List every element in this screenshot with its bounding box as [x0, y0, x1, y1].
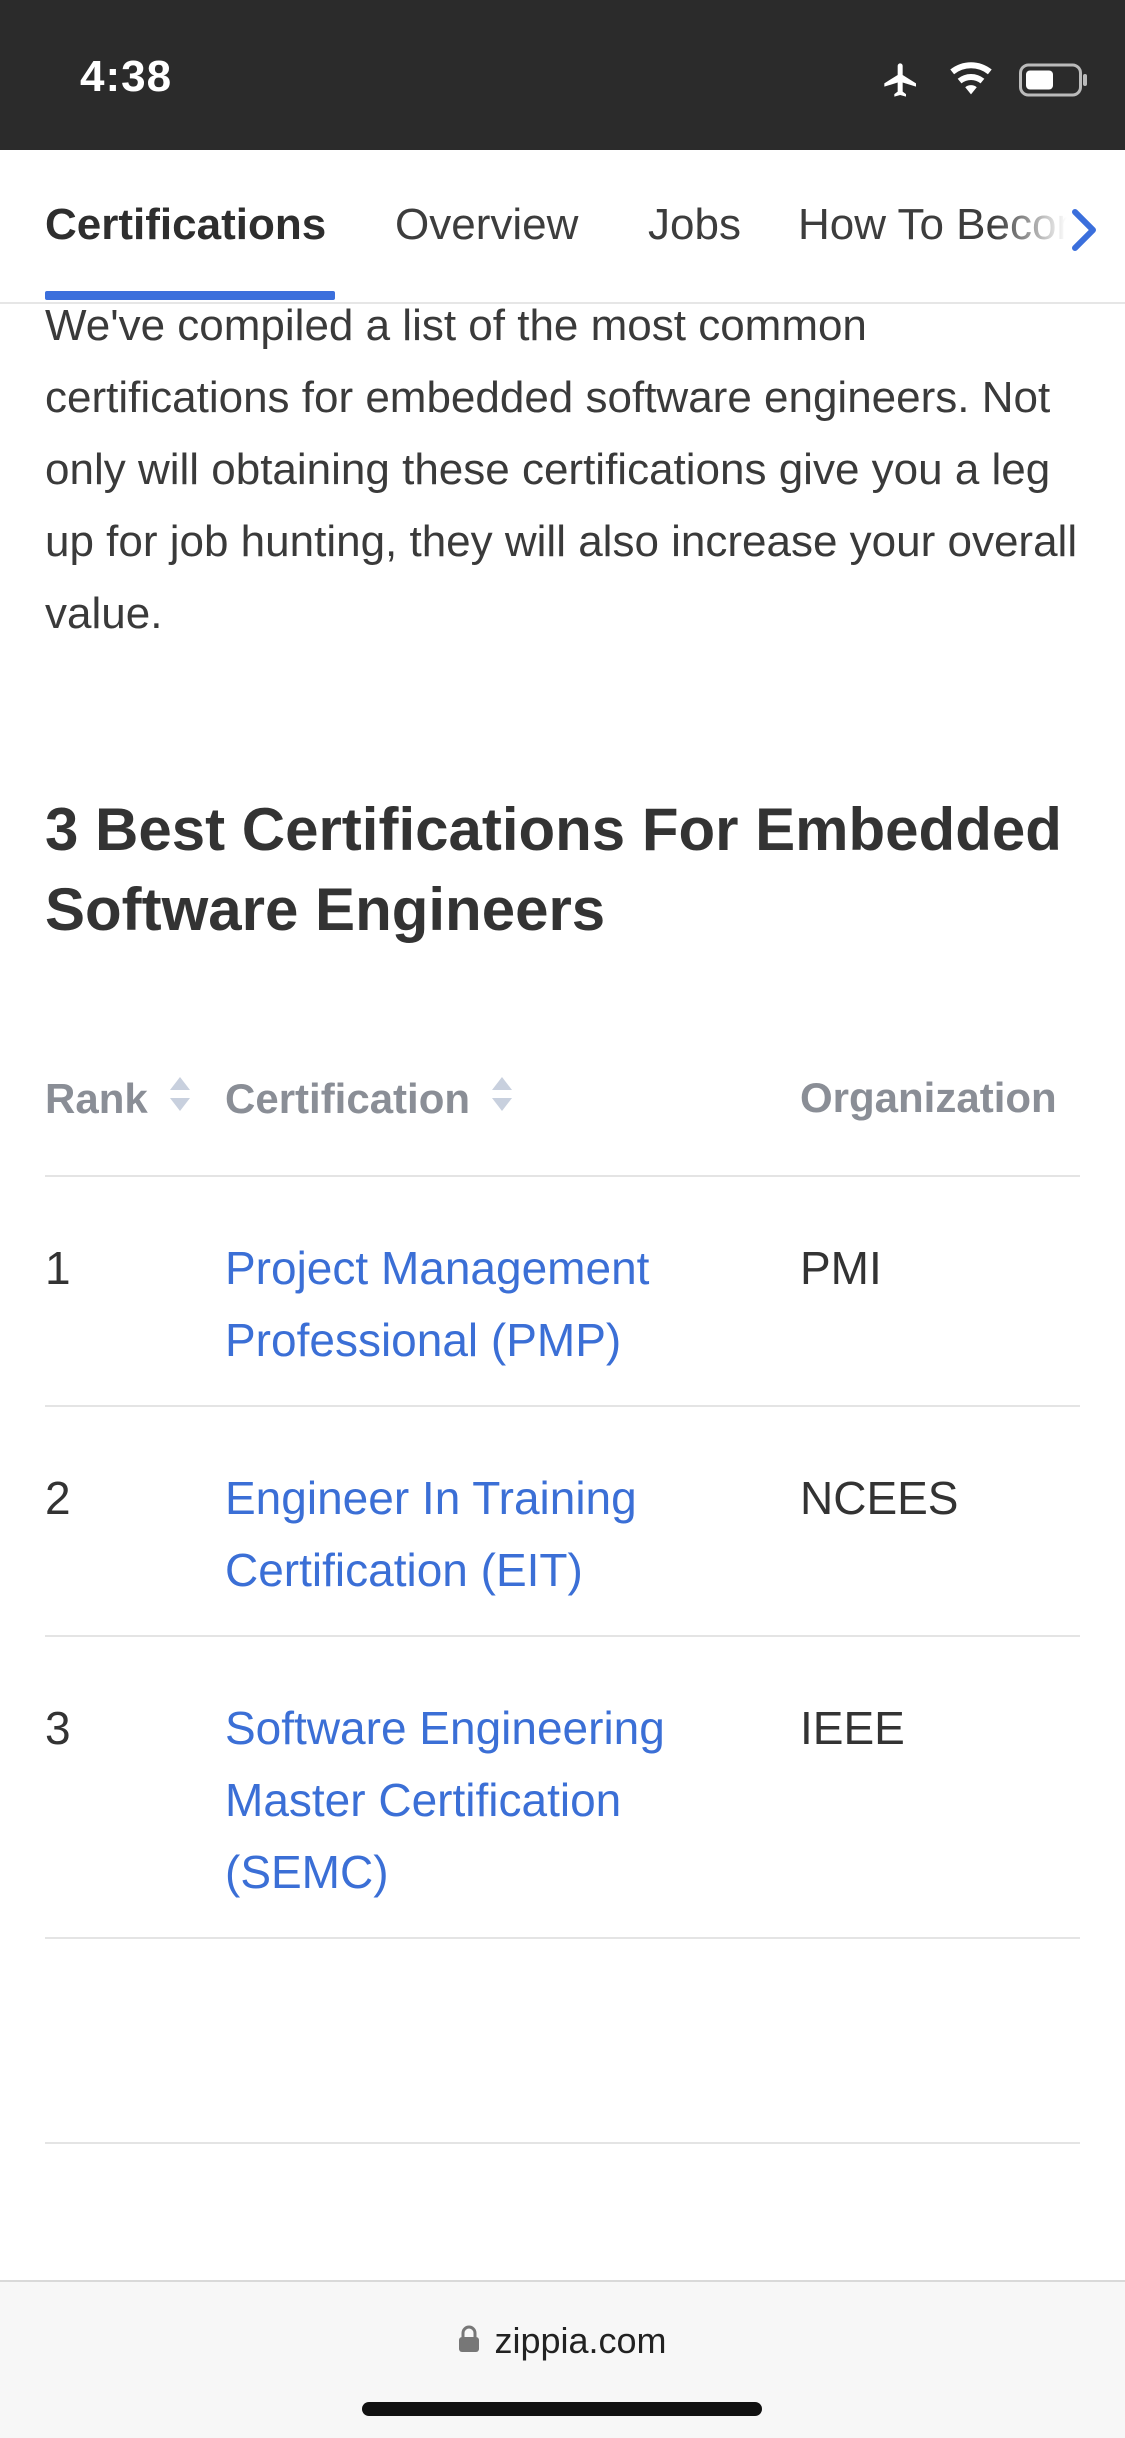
certifications-table: Rank Certification Organization 1 Projec…	[45, 1060, 1080, 1939]
rank-cell: 3	[45, 1702, 71, 1754]
organization-column-header: Organization	[800, 1074, 1057, 1122]
tab-overview[interactable]: Overview	[395, 200, 578, 250]
home-indicator[interactable]	[362, 2402, 762, 2416]
rank-header-label: Rank	[45, 1075, 148, 1122]
section-title: 3 Best Certifications For Embedded Softw…	[45, 796, 1062, 943]
certification-link[interactable]: Project Management Professional (PMP)	[225, 1232, 725, 1376]
status-bar: 4:38	[0, 0, 1125, 150]
browser-url-bar[interactable]: zippia.com	[0, 2280, 1125, 2438]
certification-link[interactable]: Software Engineering Master Certificatio…	[225, 1692, 725, 1908]
tab-jobs[interactable]: Jobs	[648, 200, 741, 250]
lock-icon	[458, 2320, 480, 2362]
divider	[45, 2142, 1080, 2144]
tab-fade	[995, 150, 1125, 300]
section-tab-bar: Certifications Overview Jobs How To Beco…	[0, 150, 1125, 304]
chevron-right-icon[interactable]	[1069, 208, 1099, 257]
rank-cell: 1	[45, 1242, 71, 1294]
organization-cell: IEEE	[800, 1702, 905, 1754]
organization-cell: NCEES	[800, 1472, 959, 1524]
table-header: Rank Certification Organization	[45, 1060, 1080, 1177]
table-row: 2 Engineer In Training Certification (EI…	[45, 1407, 1080, 1637]
status-icons	[879, 58, 1089, 102]
certification-column-header[interactable]: Certification	[225, 1074, 514, 1124]
url-display[interactable]: zippia.com	[0, 2320, 1125, 2362]
organization-cell: PMI	[800, 1242, 882, 1294]
sort-icon	[490, 1074, 514, 1124]
rank-column-header[interactable]: Rank	[45, 1074, 192, 1124]
table-row: 3 Software Engineering Master Certificat…	[45, 1637, 1080, 1939]
certification-link[interactable]: Engineer In Training Certification (EIT)	[225, 1462, 725, 1606]
wifi-icon	[949, 62, 993, 98]
intro-paragraph: We've compiled a list of the most common…	[45, 301, 1078, 638]
organization-header-label: Organization	[800, 1074, 1057, 1121]
certification-header-label: Certification	[225, 1075, 471, 1122]
url-text: zippia.com	[494, 2320, 667, 2361]
sort-icon	[168, 1074, 192, 1124]
tab-certifications[interactable]: Certifications	[45, 200, 326, 250]
battery-icon	[1019, 62, 1089, 98]
status-time: 4:38	[80, 52, 173, 101]
airplane-icon	[879, 60, 923, 100]
table-row: 1 Project Management Professional (PMP) …	[45, 1177, 1080, 1407]
rank-cell: 2	[45, 1472, 71, 1524]
